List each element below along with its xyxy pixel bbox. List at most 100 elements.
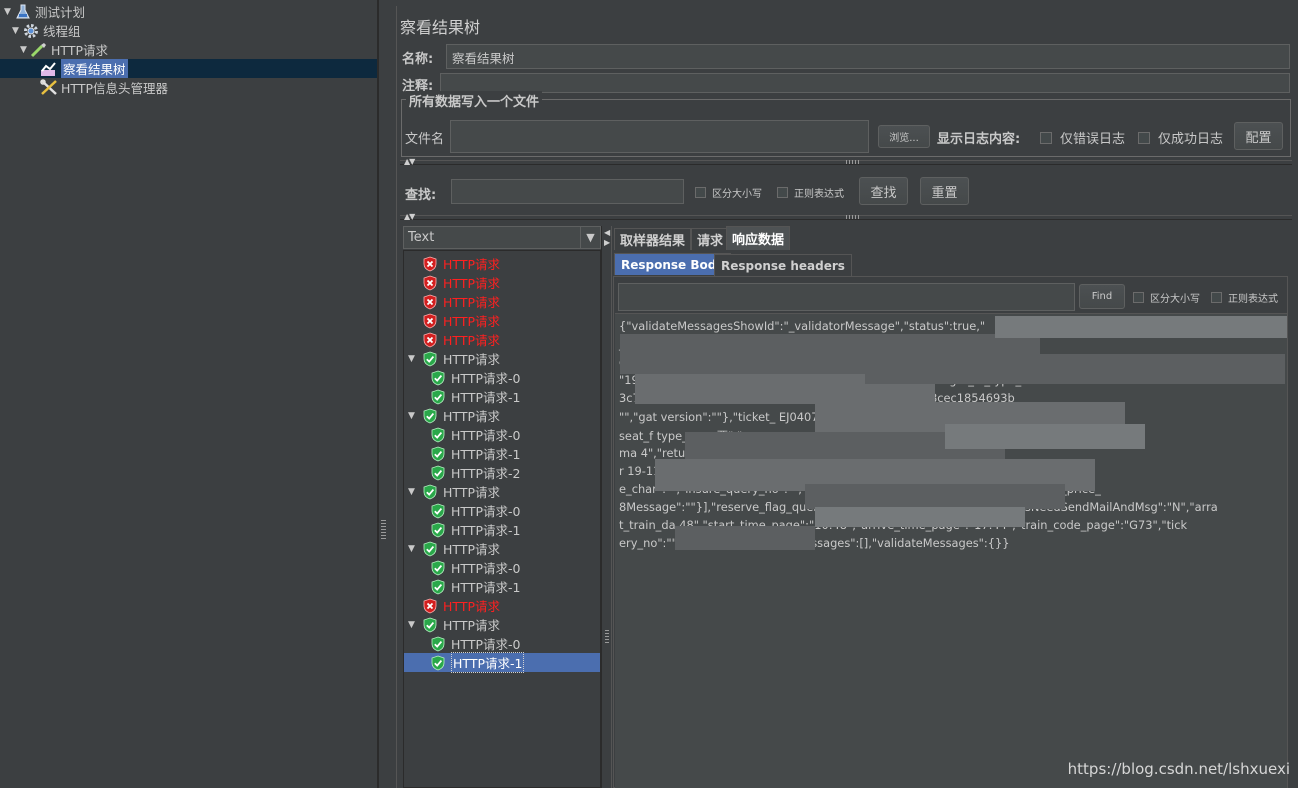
main-split-divider[interactable] [378,0,388,788]
success-shield-icon [422,351,438,367]
result-item[interactable]: HTTP请求-0 [430,634,520,653]
collapse-arrow-icon[interactable]: ▼ [408,620,422,630]
result-item[interactable]: HTTP请求 [422,596,500,615]
success-shield-icon [430,370,446,386]
result-item-label: HTTP请求 [443,409,500,424]
name-input[interactable]: 察看结果树 [446,44,1290,69]
result-item[interactable]: HTTP请求 [422,292,500,311]
comment-input[interactable] [440,73,1290,93]
result-item[interactable]: HTTP请求 [422,273,500,292]
result-item[interactable]: HTTP请求-0 [430,425,520,444]
result-item[interactable]: ▼ HTTP请求 [408,349,500,368]
chart-icon [40,60,58,77]
tree-item-header-manager[interactable]: HTTP信息头管理器 [40,78,168,97]
filename-input[interactable] [450,120,869,153]
tree-item-label: 察看结果树 [61,59,128,78]
search-input[interactable] [451,179,684,204]
response-body-text[interactable]: {"validateMessagesShowId":"_validatorMes… [615,313,1287,788]
result-item[interactable]: HTTP请求 [422,311,500,330]
find-button[interactable]: 查找 [859,177,908,205]
result-item[interactable]: HTTP请求 [422,330,500,349]
collapse-arrow-icon[interactable]: ▼ [408,354,422,364]
result-item[interactable]: HTTP请求-1 [430,387,520,406]
tab-response-data[interactable]: 响应数据 [726,226,791,250]
result-item-label: HTTP请求 [443,295,500,310]
result-item-label: HTTP请求 [443,333,500,348]
result-item[interactable]: ▼ HTTP请求 [408,482,500,501]
result-item-label: HTTP请求-1 [451,390,521,405]
split-left-arrow-icon[interactable]: ◀ [604,228,610,237]
result-item-label: HTTP请求 [443,314,500,329]
success-shield-icon [430,446,446,462]
filename-label: 文件名 [405,132,445,147]
tree-item-thread-group[interactable]: ▼ 线程组 [12,21,81,40]
error-shield-icon [422,332,438,348]
split-grip-icon[interactable] [846,160,860,164]
result-item[interactable]: HTTP请求 [422,254,500,273]
errors-only-checkbox[interactable]: 仅错误日志 [1040,128,1125,147]
collapse-arrow-icon[interactable]: ▼ [408,544,422,554]
result-item[interactable]: HTTP请求-0 [430,368,520,387]
tree-item-label: HTTP信息头管理器 [61,81,168,96]
result-item-label: HTTP请求-0 [451,428,521,443]
pipette-icon [30,41,48,58]
success-only-checkbox[interactable]: 仅成功日志 [1138,128,1223,147]
success-shield-icon [430,579,446,595]
success-shield-icon [422,617,438,633]
tab-request[interactable]: 请求 [691,228,730,250]
result-item-label: HTTP请求-0 [451,504,521,519]
regex-checkbox[interactable]: 正则表达式 [777,185,844,200]
tree-item-http-request[interactable]: ▼ HTTP请求 [20,40,108,59]
split-arrows-icon[interactable]: ▲▼ [404,157,415,166]
result-item[interactable]: HTTP请求-0 [430,558,520,577]
browse-button[interactable]: 浏览... [878,125,930,148]
success-shield-icon [430,522,446,538]
success-only-label: 仅成功日志 [1158,132,1224,147]
success-shield-icon [430,560,446,576]
result-item[interactable]: HTTP请求-1 [430,520,520,539]
result-item[interactable]: HTTP请求-1 [430,444,520,463]
collapse-arrow-icon[interactable]: ▼ [20,45,30,55]
split-arrows-icon[interactable]: ▲▼ [404,212,415,221]
success-shield-icon [422,408,438,424]
chevron-down-icon[interactable]: ▼ [580,227,600,248]
wrench-icon [40,79,58,96]
case-sensitive-checkbox[interactable]: 区分大小写 [695,185,762,200]
response-find-input[interactable] [618,283,1075,311]
result-item[interactable]: HTTP请求-2 [430,463,520,482]
collapse-arrow-icon[interactable]: ▼ [408,411,422,421]
collapse-arrow-icon[interactable]: ▼ [408,487,422,497]
result-item-label: HTTP请求-1 [451,652,525,673]
subtab-response-headers[interactable]: Response headers [714,254,852,276]
result-item-label: HTTP请求 [443,276,500,291]
split-grip-icon[interactable] [846,215,860,219]
error-shield-icon [422,294,438,310]
success-shield-icon [422,541,438,557]
success-shield-icon [430,655,446,671]
result-item[interactable]: ▼ HTTP请求 [408,539,500,558]
name-label: 名称: [402,52,434,67]
results-list[interactable]: HTTP请求 HTTP请求 HTTP请求 HTTP请求 HTTP请求 ▼ HTTP请求 HTT… [403,250,601,788]
collapse-arrow-icon[interactable]: ▼ [12,26,22,36]
split-right-arrow-icon[interactable]: ▶ [604,238,610,247]
reset-button[interactable]: 重置 [920,177,969,205]
result-item[interactable]: ▼ HTTP请求 [408,406,500,425]
response-regex-checkbox[interactable]: 正则表达式 [1211,290,1278,305]
renderer-select[interactable]: Text ▼ [403,226,601,249]
result-item[interactable]: HTTP请求-1 [430,577,520,596]
result-item[interactable]: ▼ HTTP请求 [408,615,500,634]
config-button[interactable]: 配置 [1234,122,1283,150]
result-item-label: HTTP请求-1 [451,447,521,462]
tree-item-test-plan[interactable]: ▼ 测试计划 [4,2,85,21]
success-shield-icon [422,484,438,500]
response-case-checkbox[interactable]: 区分大小写 [1133,290,1200,305]
success-shield-icon [430,503,446,519]
results-split-divider[interactable]: ◀ ▶ [601,226,612,788]
tree-item-view-results-tree[interactable]: 察看结果树 [0,59,377,78]
tab-sampler-result[interactable]: 取样器结果 [614,228,692,250]
error-shield-icon [422,275,438,291]
collapse-arrow-icon[interactable]: ▼ [4,7,14,17]
response-find-button[interactable]: Find [1079,284,1125,309]
result-item[interactable]: HTTP请求-1 [404,652,600,673]
result-item[interactable]: HTTP请求-0 [430,501,520,520]
